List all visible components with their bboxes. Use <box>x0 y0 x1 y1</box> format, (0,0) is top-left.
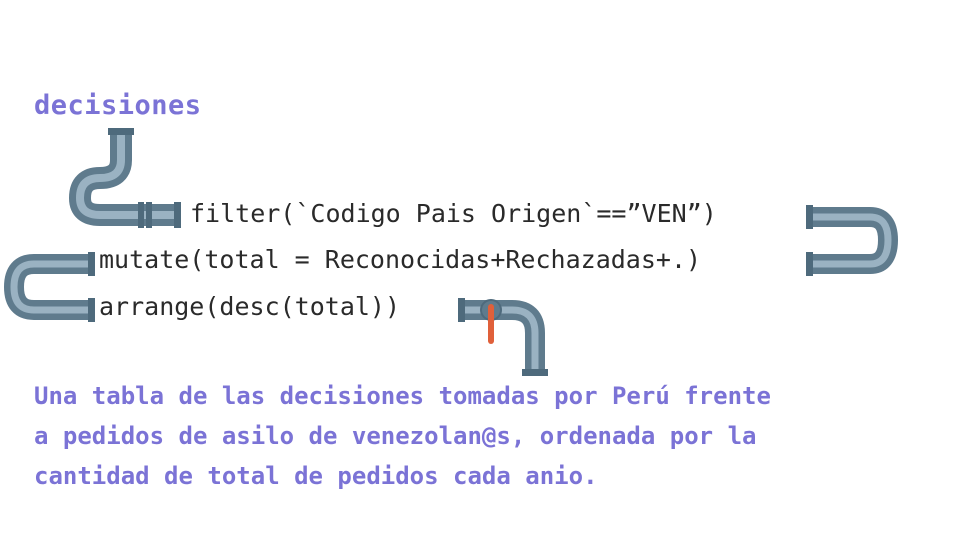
valve-handle-icon <box>488 304 494 344</box>
code-line-arrange: arrange(desc(total)) <box>99 292 401 321</box>
pipe-outlet <box>458 298 548 376</box>
pipe-title-to-filter <box>68 128 181 228</box>
pipe-filter-to-mutate <box>806 205 899 276</box>
caption: Una tabla de las decisiones tomadas por … <box>34 376 914 496</box>
pipe-mutate-to-arrange <box>3 252 95 322</box>
page-title: decisiones <box>34 90 202 121</box>
code-line-filter: filter(`Codigo Pais Origen`==”VEN”) <box>190 199 717 228</box>
caption-line: a pedidos de asilo de venezolan@s, orden… <box>34 422 757 450</box>
caption-line: Una tabla de las decisiones tomadas por … <box>34 382 771 410</box>
code-line-mutate: mutate(total = Reconocidas+Rechazadas+.) <box>99 245 702 274</box>
caption-line: cantidad de total de pedidos cada anio. <box>34 462 598 490</box>
